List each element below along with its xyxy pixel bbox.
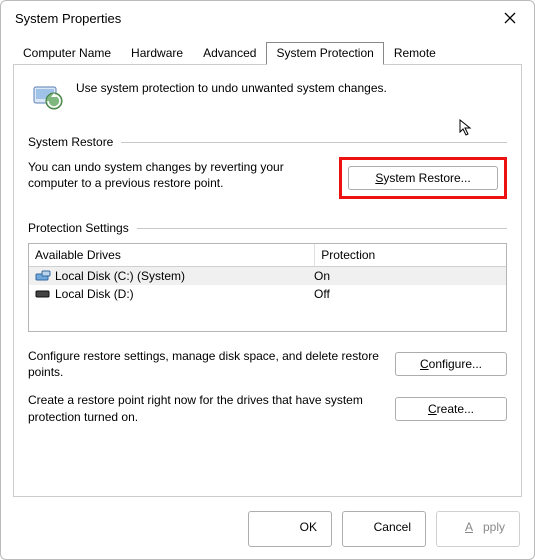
system-properties-window: System Properties Computer Name Hardware… — [0, 0, 535, 560]
configure-text: Configure restore settings, manage disk … — [28, 348, 381, 380]
apply-button[interactable]: Apply — [436, 511, 520, 547]
divider — [121, 142, 507, 143]
tab-computer-name[interactable]: Computer Name — [13, 42, 121, 65]
create-row: Create a restore point right now for the… — [28, 392, 507, 424]
tab-system-protection[interactable]: System Protection — [266, 42, 383, 65]
intro-text: Use system protection to undo unwanted s… — [76, 79, 387, 95]
ok-button[interactable]: OK — [248, 511, 332, 547]
titlebar: System Properties — [1, 1, 534, 33]
intro-row: Use system protection to undo unwanted s… — [30, 79, 505, 113]
cursor-icon — [459, 119, 473, 137]
tabs-bar: Computer Name Hardware Advanced System P… — [1, 33, 534, 64]
drive-name: Local Disk (D:) — [55, 287, 134, 301]
drive-name: Local Disk (C:) (System) — [55, 269, 185, 283]
protection-settings-group-label: Protection Settings — [28, 221, 507, 235]
tab-panel: Use system protection to undo unwanted s… — [13, 64, 522, 497]
drive-protection: On — [314, 269, 500, 283]
system-restore-group-label: System Restore — [28, 135, 507, 149]
configure-row: Configure restore settings, manage disk … — [28, 348, 507, 380]
protection-settings-label: Protection Settings — [28, 221, 129, 235]
system-restore-button[interactable]: System Restore... — [348, 166, 498, 190]
create-button[interactable]: Create... — [395, 397, 507, 421]
window-title: System Properties — [15, 11, 121, 26]
system-restore-text: You can undo system changes by reverting… — [28, 157, 329, 191]
cancel-button[interactable]: Cancel — [342, 511, 426, 547]
divider — [137, 228, 507, 229]
close-icon — [504, 12, 516, 24]
column-available-drives[interactable]: Available Drives — [29, 244, 315, 266]
system-protection-icon — [30, 79, 64, 113]
table-row[interactable]: Local Disk (C:) (System) On — [29, 267, 506, 285]
drive-system-icon — [35, 270, 51, 282]
table-row[interactable]: Local Disk (D:) Off — [29, 285, 506, 303]
tab-advanced[interactable]: Advanced — [193, 42, 266, 65]
system-restore-label: System Restore — [28, 135, 113, 149]
drives-body: Local Disk (C:) (System) On Local Disk (… — [29, 267, 506, 331]
column-protection[interactable]: Protection — [315, 244, 506, 266]
close-button[interactable] — [496, 7, 524, 29]
drive-protection: Off — [314, 287, 500, 301]
drives-header: Available Drives Protection — [29, 244, 506, 267]
dialog-footer: OK Cancel Apply — [1, 503, 534, 559]
configure-button[interactable]: Configure... — [395, 352, 507, 376]
drives-table: Available Drives Protection Local Disk (… — [28, 243, 507, 332]
system-restore-highlight: System Restore... — [339, 157, 507, 199]
drive-icon — [35, 288, 51, 300]
create-text: Create a restore point right now for the… — [28, 392, 381, 424]
system-restore-row: You can undo system changes by reverting… — [28, 157, 507, 199]
tab-remote[interactable]: Remote — [384, 42, 446, 65]
tab-hardware[interactable]: Hardware — [121, 42, 193, 65]
